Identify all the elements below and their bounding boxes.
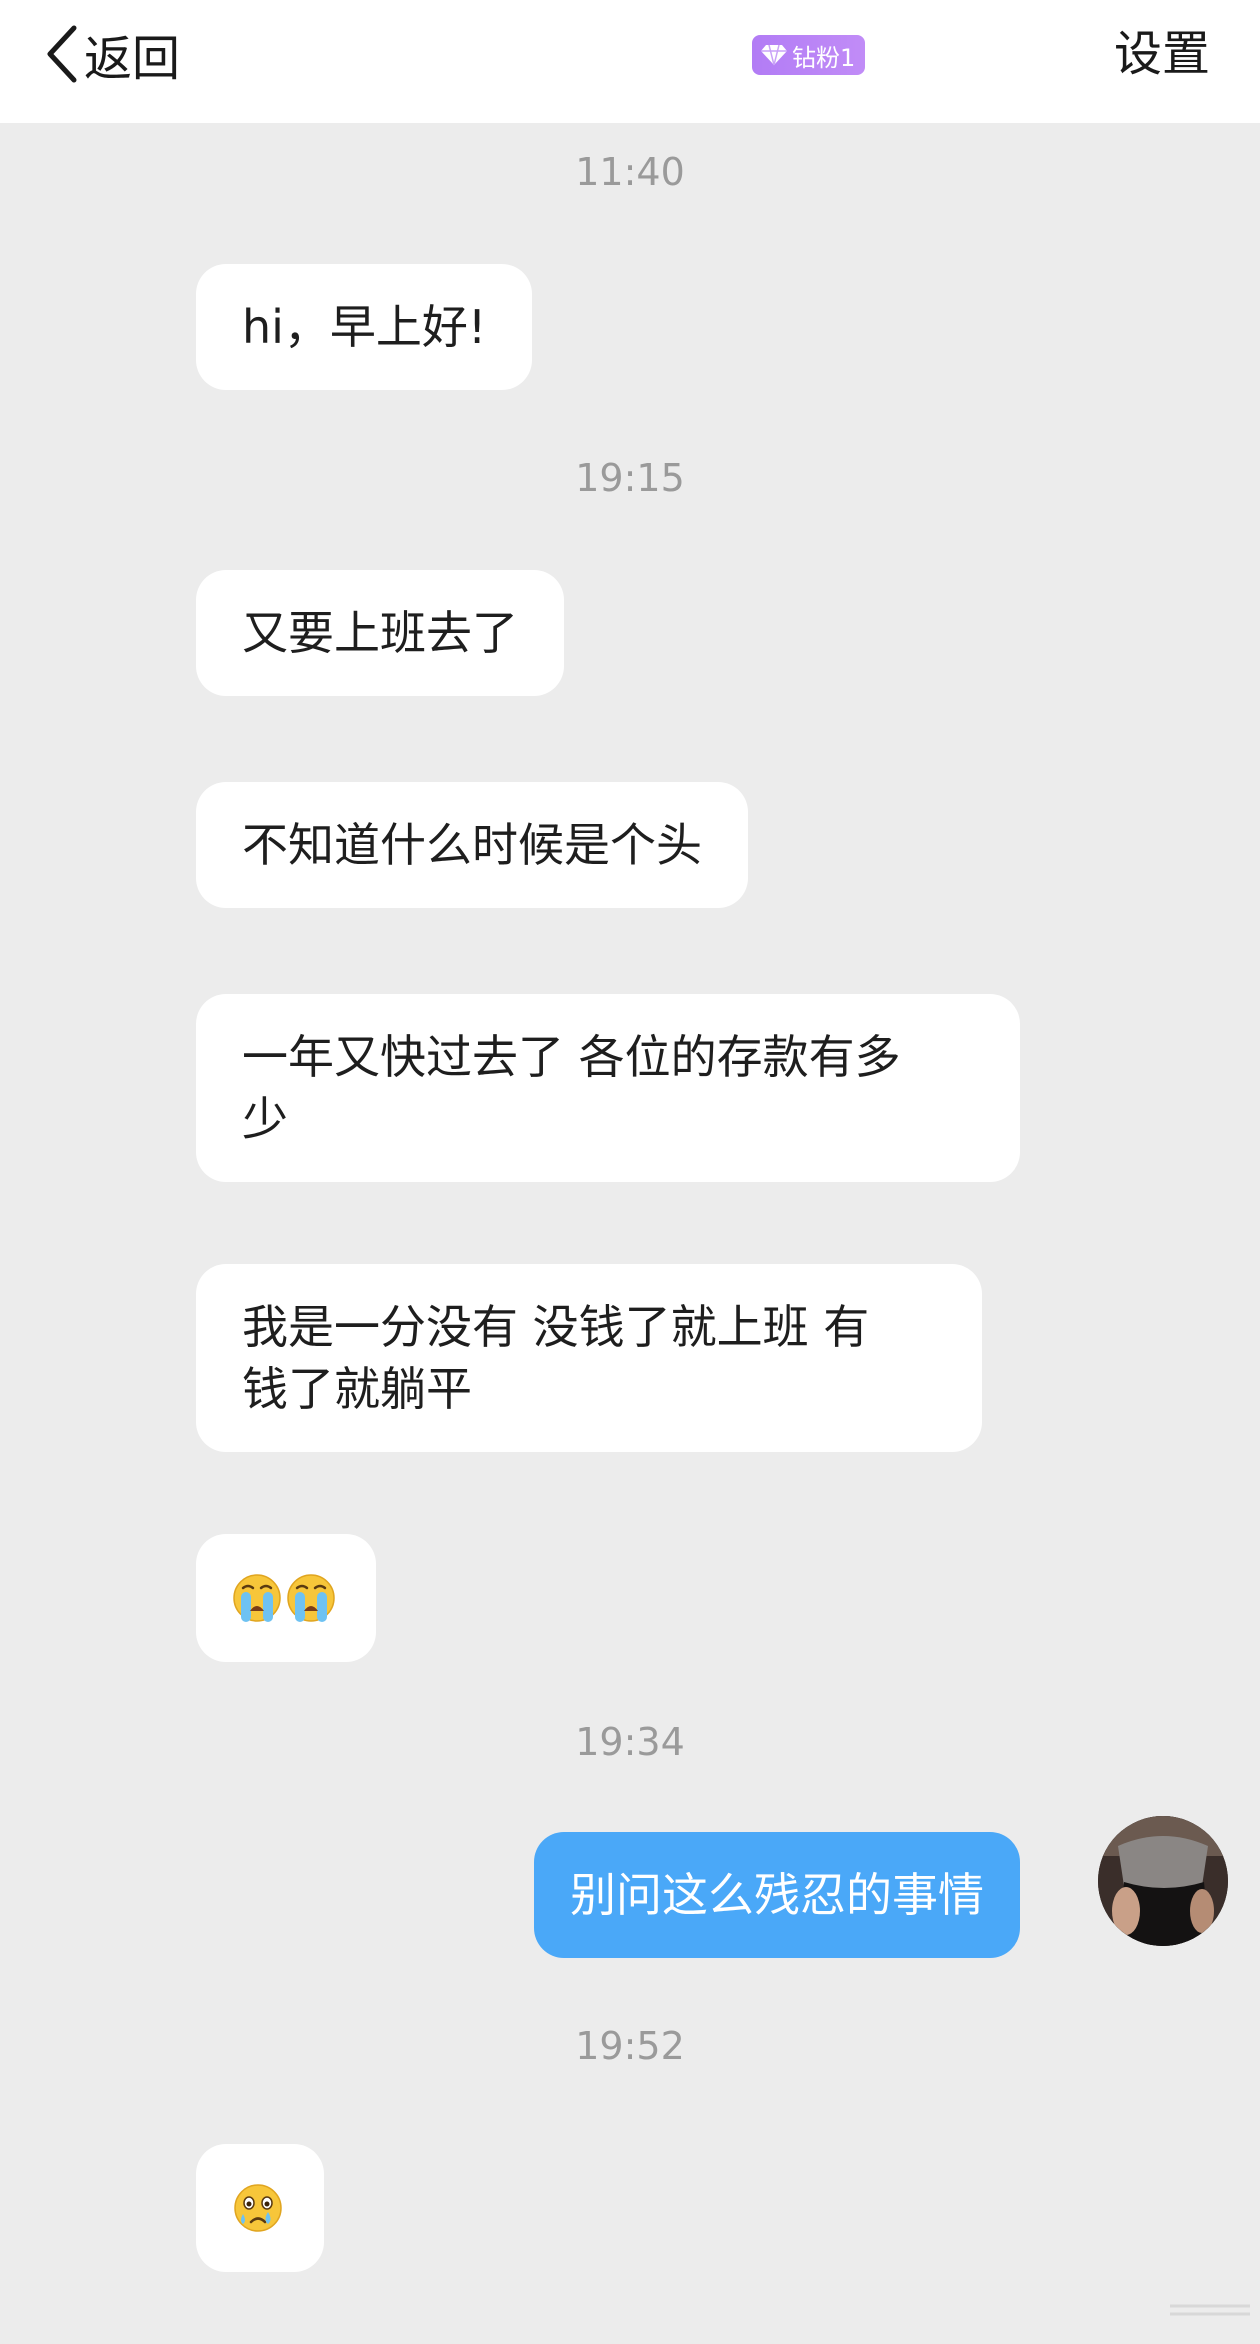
received-message[interactable]: 又要上班去了 bbox=[196, 570, 564, 696]
message-text: hi，早上好! bbox=[242, 300, 487, 354]
crying-face-icon bbox=[234, 2184, 282, 2232]
message-text: 不知道什么时候是个头 bbox=[242, 818, 702, 872]
user-photo bbox=[1098, 1816, 1228, 1946]
back-button[interactable]: 返回 bbox=[44, 22, 181, 87]
received-message[interactable]: 一年又快过去了 各位的存款有多 少 bbox=[196, 994, 1020, 1182]
loudly-crying-face-icon bbox=[287, 1574, 335, 1622]
chevron-left-icon bbox=[47, 25, 77, 83]
settings-button[interactable]: 设置 bbox=[1114, 22, 1210, 86]
timestamp: 19:15 bbox=[575, 456, 685, 500]
timestamp: 19:34 bbox=[575, 1720, 685, 1764]
message-text-line: 我是一分没有 没钱了就上班 有 bbox=[242, 1300, 870, 1354]
fan-level-badge[interactable]: 钻粉1 bbox=[752, 35, 866, 75]
message-text-line: 钱了就躺平 bbox=[242, 1362, 472, 1416]
received-message[interactable]: hi，早上好! bbox=[196, 264, 533, 390]
received-emoji-message[interactable] bbox=[196, 2144, 324, 2272]
message-text: 又要上班去了 bbox=[242, 606, 518, 660]
diamond-icon bbox=[761, 44, 787, 66]
loudly-crying-face-icon bbox=[233, 1574, 281, 1622]
top-bar: 返回 钻粉1 设置 bbox=[0, 0, 1260, 123]
badge-label: 钻粉1 bbox=[792, 43, 856, 72]
avatar[interactable] bbox=[1098, 1816, 1228, 1946]
home-indicator-icon bbox=[1170, 2304, 1250, 2316]
message-text-line: 少 bbox=[242, 1092, 288, 1146]
timestamp: 19:52 bbox=[575, 2024, 685, 2068]
message-text-line: 一年又快过去了 各位的存款有多 bbox=[242, 1030, 901, 1084]
message-text: 别问这么残忍的事情 bbox=[570, 1868, 984, 1922]
sent-message[interactable]: 别问这么残忍的事情 bbox=[534, 1832, 1020, 1958]
timestamp: 11:40 bbox=[575, 150, 685, 194]
received-emoji-message[interactable] bbox=[196, 1534, 376, 1662]
received-message[interactable]: 不知道什么时候是个头 bbox=[196, 782, 748, 908]
received-message[interactable]: 我是一分没有 没钱了就上班 有 钱了就躺平 bbox=[196, 1264, 982, 1452]
back-label: 返回 bbox=[84, 31, 181, 87]
